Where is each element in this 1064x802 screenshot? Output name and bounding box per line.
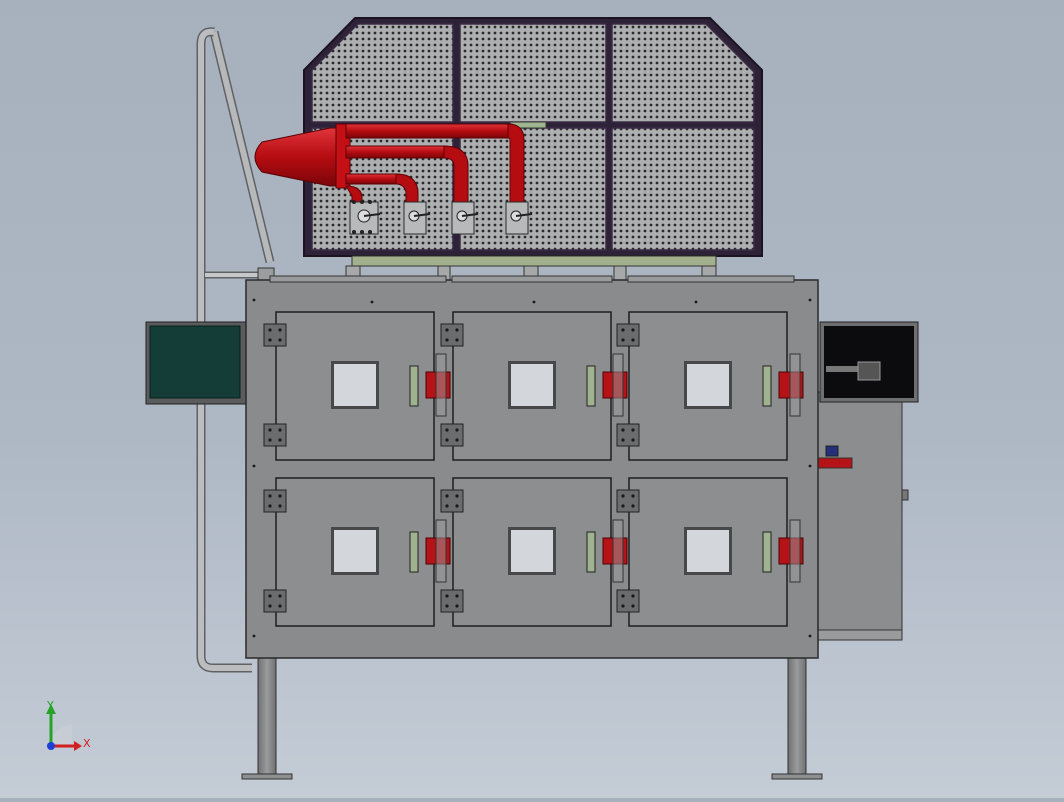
door-row2-col3	[616, 477, 804, 627]
support-legs	[241, 655, 823, 780]
door-row1-col3	[616, 311, 804, 461]
door-row2-col1	[263, 477, 451, 627]
door-row2-col2	[440, 477, 628, 627]
door-row1-col1	[263, 311, 451, 461]
triad-y-label: Y	[46, 699, 54, 712]
triad-x-label: X	[83, 737, 91, 750]
cad-viewport[interactable]: Y X	[0, 0, 1064, 798]
right-control-box	[817, 321, 919, 641]
left-display-monitor	[145, 321, 247, 405]
cad-model-drawing: Y X	[46, 17, 919, 780]
door-row1-col2	[440, 311, 628, 461]
